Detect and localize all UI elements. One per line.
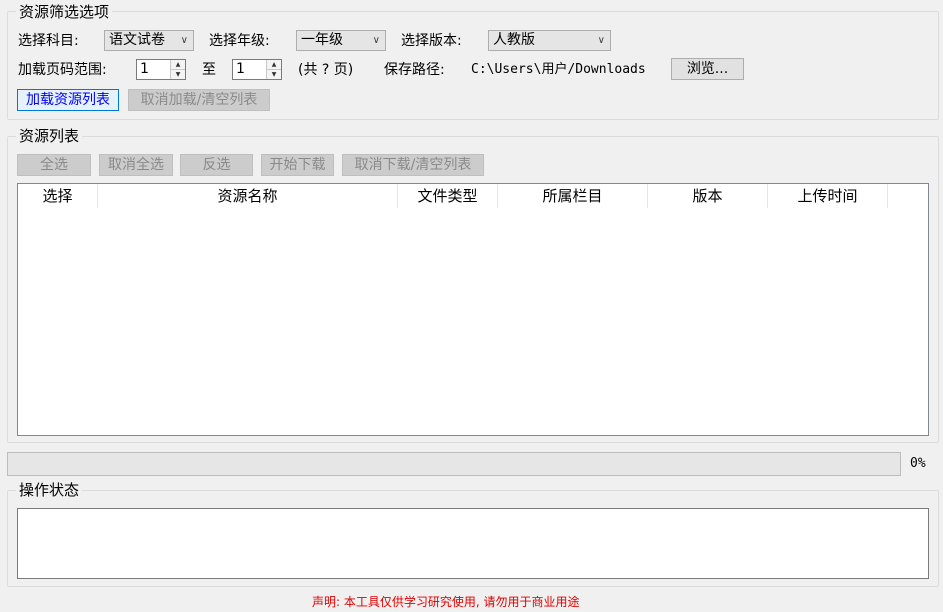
arrow-up-icon[interactable]: ▲	[267, 60, 281, 70]
page-to-value: 1	[236, 61, 245, 77]
save-path-label: 保存路径:	[384, 62, 445, 78]
invert-selection-button[interactable]: 反选	[180, 154, 253, 176]
browse-button[interactable]: 浏览...	[671, 58, 744, 80]
select-all-button[interactable]: 全选	[17, 154, 91, 176]
resource-list-title: 资源列表	[16, 127, 83, 145]
resource-table[interactable]: 选择 资源名称 文件类型 所属栏目 版本 上传时间	[17, 183, 929, 436]
status-log[interactable]	[17, 508, 929, 579]
column-header-select[interactable]: 选择	[18, 184, 98, 208]
column-header-edition[interactable]: 版本	[648, 184, 768, 208]
cancel-load-button[interactable]: 取消加载/清空列表	[128, 89, 270, 111]
grade-label: 选择年级:	[209, 33, 270, 49]
arrow-down-icon[interactable]: ▼	[267, 70, 281, 79]
save-path-value: C:\Users\用户/Downloads	[471, 62, 646, 77]
column-header-upload-time[interactable]: 上传时间	[768, 184, 888, 208]
column-header-file-type[interactable]: 文件类型	[398, 184, 498, 208]
cancel-download-button[interactable]: 取消下载/清空列表	[342, 154, 484, 176]
status-title: 操作状态	[16, 481, 83, 499]
arrow-up-icon[interactable]: ▲	[171, 60, 185, 70]
progress-percent: 0%	[910, 456, 926, 471]
grade-select[interactable]: 一年级 ∨	[296, 30, 386, 51]
subject-select-value: 语文试卷	[109, 32, 165, 48]
total-pages-label: (共 ? 页)	[298, 62, 354, 78]
filter-options-title: 资源筛选选项	[16, 3, 113, 21]
chevron-down-icon: ∨	[597, 35, 605, 46]
page-to-stepper[interactable]: 1 ▲ ▼	[232, 59, 282, 80]
disclaimer-text: 声明: 本工具仅供学习研究使用, 请勿用于商业用途	[312, 595, 580, 609]
spin-arrows[interactable]: ▲ ▼	[266, 60, 281, 79]
edition-select-value: 人教版	[493, 32, 535, 48]
page-range-label: 加载页码范围:	[18, 62, 107, 78]
column-header-name[interactable]: 资源名称	[98, 184, 398, 208]
load-list-button[interactable]: 加载资源列表	[17, 89, 119, 111]
grade-select-value: 一年级	[301, 32, 343, 48]
page-from-value: 1	[140, 61, 149, 77]
edition-select[interactable]: 人教版 ∨	[488, 30, 611, 51]
page-from-stepper[interactable]: 1 ▲ ▼	[136, 59, 186, 80]
subject-label: 选择科目:	[18, 33, 79, 49]
edition-label: 选择版本:	[401, 33, 462, 49]
spin-arrows[interactable]: ▲ ▼	[170, 60, 185, 79]
subject-select[interactable]: 语文试卷 ∨	[104, 30, 194, 51]
deselect-all-button[interactable]: 取消全选	[99, 154, 173, 176]
to-label: 至	[202, 62, 216, 78]
chevron-down-icon: ∨	[372, 35, 380, 46]
column-header-category[interactable]: 所属栏目	[498, 184, 648, 208]
download-progress-bar	[7, 452, 901, 476]
chevron-down-icon: ∨	[180, 35, 188, 46]
arrow-down-icon[interactable]: ▼	[171, 70, 185, 79]
start-download-button[interactable]: 开始下载	[261, 154, 334, 176]
